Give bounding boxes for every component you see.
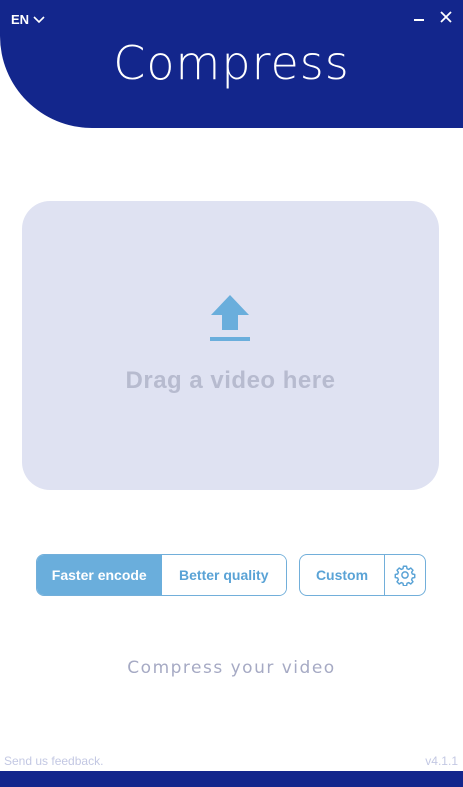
app-window: EN Compress Drag a video here Faster enc…	[0, 0, 463, 787]
app-title: Compress	[113, 36, 350, 90]
upload-arrow-icon	[210, 295, 250, 341]
encode-mode-toggle: Faster encode Better quality	[36, 554, 287, 596]
gear-icon	[394, 565, 416, 586]
chevron-down-icon	[33, 15, 45, 23]
settings-button[interactable]	[385, 555, 425, 595]
header: EN Compress	[0, 0, 463, 128]
feedback-link[interactable]: Send us feedback.	[4, 754, 103, 768]
video-dropzone[interactable]: Drag a video here	[22, 201, 439, 490]
footer-bar	[0, 771, 463, 787]
better-quality-button[interactable]: Better quality	[161, 555, 286, 595]
dropzone-text: Drag a video here	[125, 367, 336, 394]
compress-video-button[interactable]: Compress your video	[0, 658, 463, 678]
close-icon	[440, 11, 452, 23]
custom-button[interactable]: Custom	[300, 555, 385, 595]
close-button[interactable]	[437, 8, 455, 26]
custom-settings-group: Custom	[299, 554, 426, 596]
minimize-button[interactable]	[410, 8, 428, 26]
version-label: v4.1.1	[425, 754, 458, 768]
language-selector[interactable]: EN	[11, 12, 45, 27]
language-label: EN	[11, 12, 30, 27]
minimize-icon	[414, 19, 424, 21]
faster-encode-button[interactable]: Faster encode	[37, 555, 162, 595]
